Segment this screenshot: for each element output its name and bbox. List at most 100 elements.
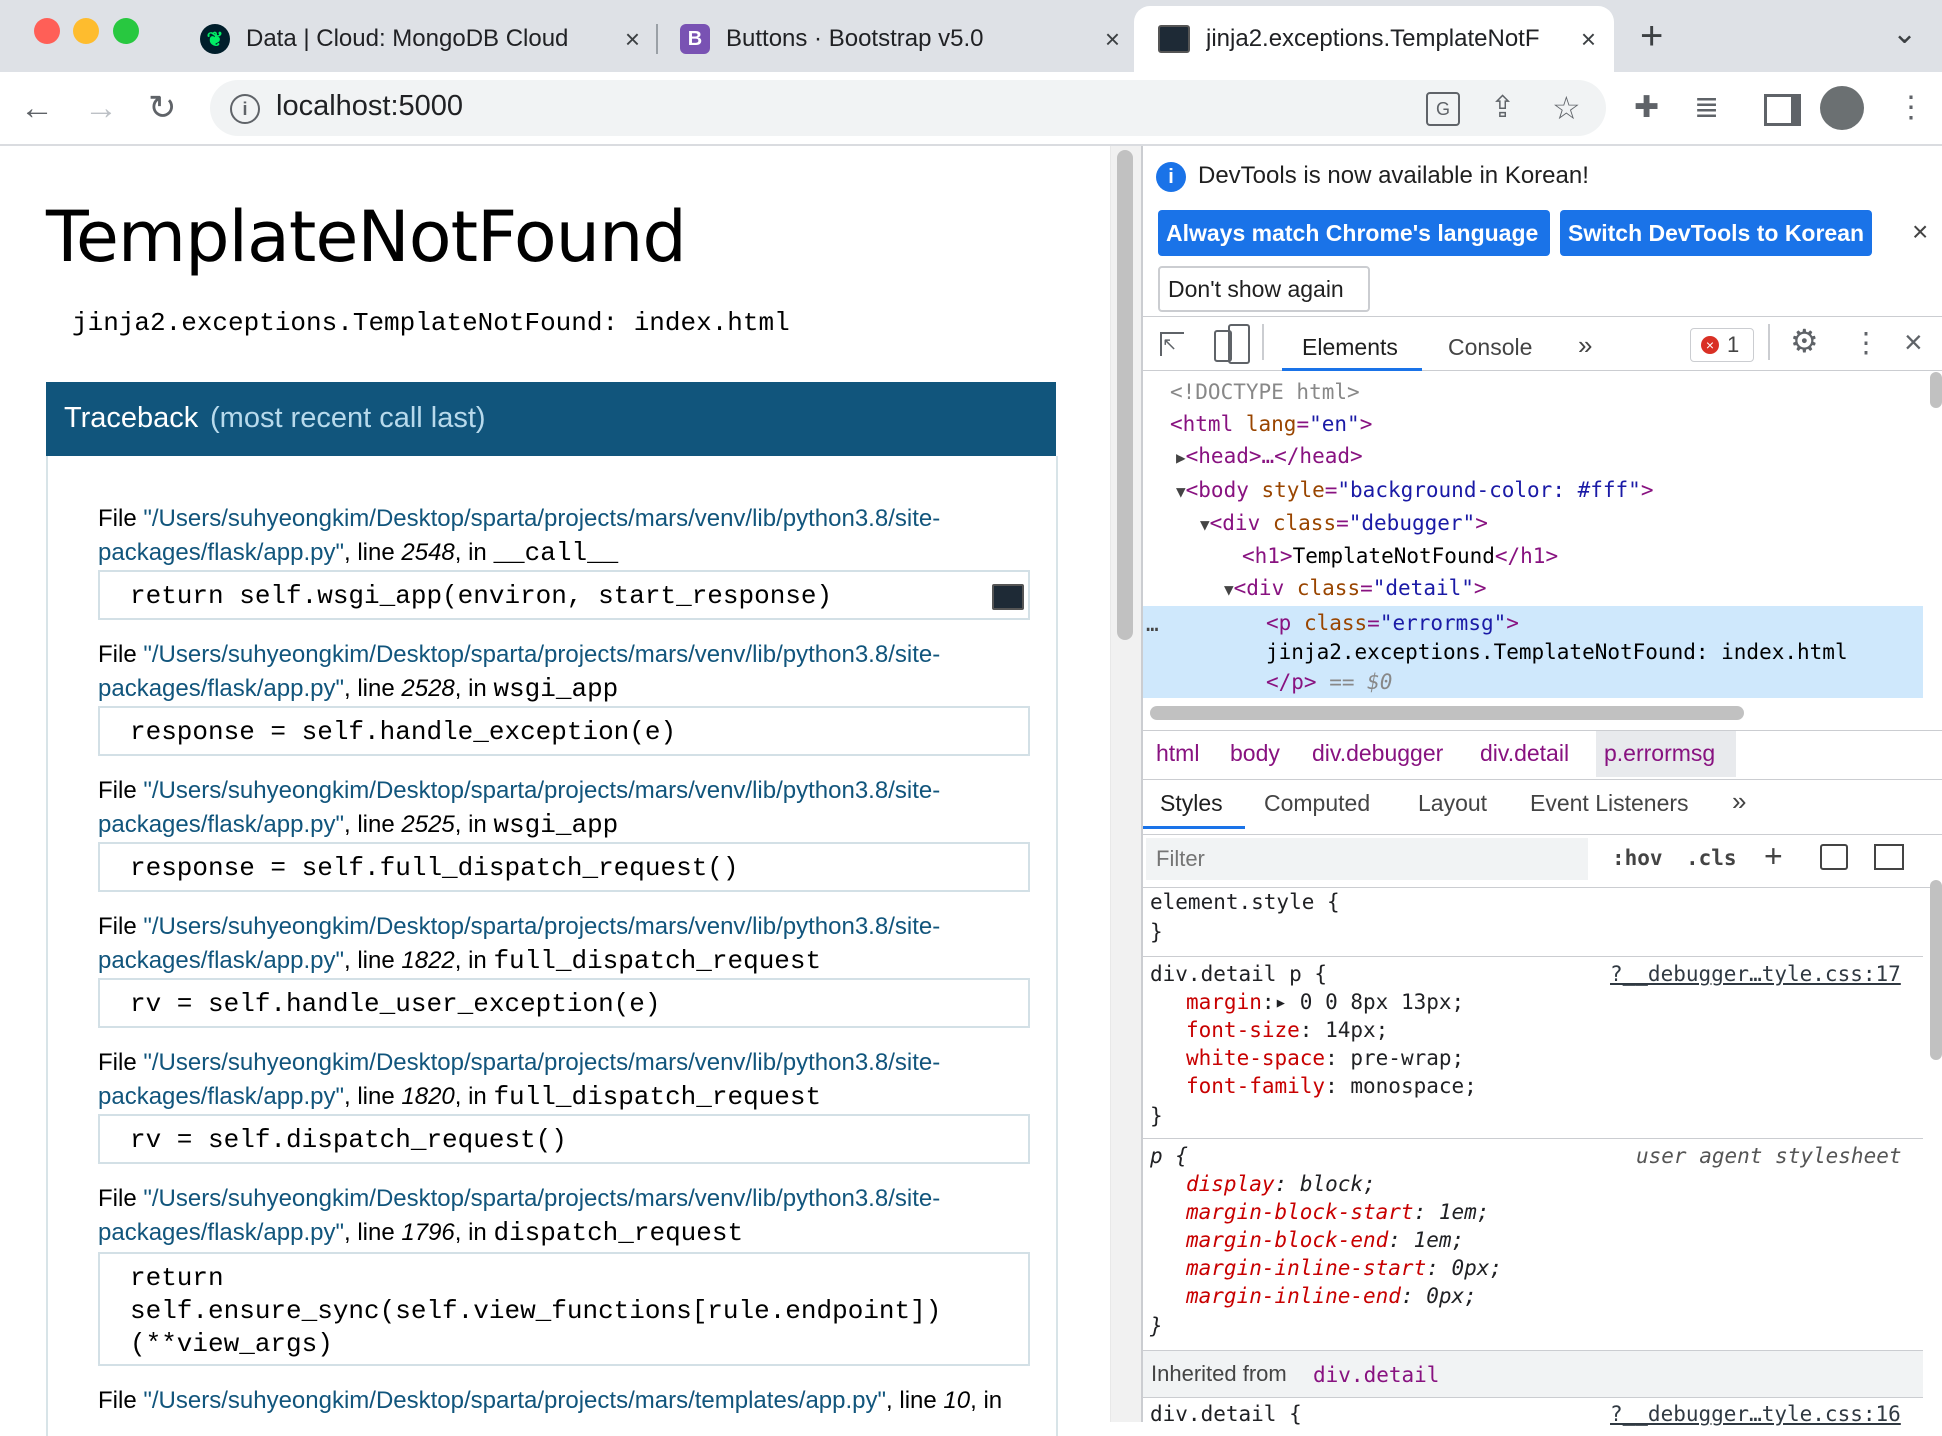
page-scrollbar-thumb[interactable] xyxy=(1117,150,1133,640)
collapse-arrow-icon[interactable]: ▼ xyxy=(1176,482,1186,501)
expand-arrow-icon[interactable]: ▶ xyxy=(1176,448,1186,467)
css-declaration[interactable]: display: block; xyxy=(1186,1172,1376,1196)
rule-source-link[interactable]: ?__debugger…tyle.css:16 xyxy=(1610,1402,1901,1426)
frame-filename-cont[interactable]: packages/flask/app.py" xyxy=(98,675,344,702)
extensions-puzzle-icon[interactable]: ✚ xyxy=(1634,88,1659,128)
dom-doctype[interactable]: <!DOCTYPE html> xyxy=(1170,380,1360,404)
close-tab-icon[interactable]: × xyxy=(1581,24,1596,55)
tab-styles[interactable]: Styles xyxy=(1160,790,1223,817)
error-counter[interactable]: × 1 xyxy=(1690,328,1754,362)
tab-event-listeners[interactable]: Event Listeners xyxy=(1530,790,1689,817)
frame-filename[interactable]: "/Users/suhyeongkim/Desktop/sparta/proje… xyxy=(143,1387,886,1414)
close-tab-icon[interactable]: × xyxy=(625,24,640,55)
frame-filename-cont[interactable]: packages/flask/app.py" xyxy=(98,1219,344,1246)
more-tabs-icon[interactable]: » xyxy=(1578,330,1592,361)
breadcrumb-html[interactable]: html xyxy=(1156,740,1199,767)
frame-filename[interactable]: "/Users/suhyeongkim/Desktop/sparta/proje… xyxy=(143,913,940,940)
frame-source-line[interactable]: response = self.full_dispatch_request() xyxy=(98,842,1030,892)
dom-body[interactable]: ▼<body style="background-color: #fff"> xyxy=(1176,478,1653,502)
close-tab-icon[interactable]: × xyxy=(1105,24,1120,55)
styles-filter-input[interactable] xyxy=(1146,838,1588,880)
breadcrumb-body[interactable]: body xyxy=(1230,740,1280,767)
infobar-close-icon[interactable]: × xyxy=(1912,216,1928,248)
frame-filename[interactable]: "/Users/suhyeongkim/Desktop/sparta/proje… xyxy=(143,1049,940,1076)
frame-source-line[interactable]: return self.wsgi_app(environ, start_resp… xyxy=(98,570,1030,620)
css-declaration[interactable]: font-family: monospace; xyxy=(1186,1074,1477,1098)
bookmark-star-icon[interactable]: ☆ xyxy=(1552,88,1581,128)
css-declaration[interactable]: margin:▸ 0 0 8px 13px; xyxy=(1186,990,1464,1014)
css-declaration[interactable]: margin-block-end: 1em; xyxy=(1186,1228,1464,1252)
tab-console[interactable]: Console xyxy=(1448,334,1532,361)
close-window-button[interactable] xyxy=(34,18,60,44)
tab-elements[interactable]: Elements xyxy=(1302,334,1398,361)
rule-selector-div-detail-p[interactable]: div.detail p { xyxy=(1150,962,1327,986)
dom-vscroll-thumb[interactable] xyxy=(1930,372,1942,408)
frame-source-line[interactable]: rv = self.handle_user_exception(e) xyxy=(98,978,1030,1028)
forward-icon[interactable]: → xyxy=(84,88,118,128)
toggle-sidebar-icon[interactable] xyxy=(1874,844,1904,870)
breadcrumb-div-detail[interactable]: div.detail xyxy=(1480,740,1569,767)
switch-to-korean-button[interactable]: Switch DevTools to Korean xyxy=(1560,210,1872,256)
css-declaration[interactable]: white-space: pre-wrap; xyxy=(1186,1046,1464,1070)
hover-state-toggle[interactable]: :hov xyxy=(1612,846,1663,870)
collapse-arrow-icon[interactable]: ▼ xyxy=(1224,580,1234,599)
new-tab-button[interactable]: + xyxy=(1640,14,1663,59)
tab-mongodb[interactable]: ❦ Data | Cloud: MongoDB Cloud × xyxy=(200,6,640,72)
inspect-element-icon[interactable]: ↖ xyxy=(1160,332,1184,356)
dom-hscroll-thumb[interactable] xyxy=(1150,706,1744,720)
paint-format-icon[interactable] xyxy=(1820,844,1848,870)
class-toggle[interactable]: .cls xyxy=(1686,846,1737,870)
frame-filename-cont[interactable]: packages/flask/app.py" xyxy=(98,811,344,838)
settings-gear-icon[interactable]: ⚙ xyxy=(1790,322,1819,360)
url-text[interactable]: localhost:5000 xyxy=(276,90,463,123)
frame-filename[interactable]: "/Users/suhyeongkim/Desktop/sparta/proje… xyxy=(143,777,940,804)
frame-filename[interactable]: "/Users/suhyeongkim/Desktop/sparta/proje… xyxy=(143,641,940,668)
translate-icon[interactable]: G xyxy=(1426,92,1460,126)
rule-selector-p[interactable]: p { xyxy=(1150,1144,1188,1168)
always-match-language-button[interactable]: Always match Chrome's language xyxy=(1158,210,1550,256)
css-declaration[interactable]: font-size: 14px; xyxy=(1186,1018,1388,1042)
dom-h1[interactable]: <h1>TemplateNotFound</h1> xyxy=(1242,544,1558,568)
side-panel-icon[interactable] xyxy=(1764,94,1801,126)
more-tabs-icon[interactable]: » xyxy=(1732,786,1746,817)
rule-source-link[interactable]: ?__debugger…tyle.css:17 xyxy=(1610,962,1901,986)
frame-filename[interactable]: "/Users/suhyeongkim/Desktop/sparta/proje… xyxy=(143,1185,940,1212)
breadcrumb-div-debugger[interactable]: div.debugger xyxy=(1312,740,1443,767)
rule-selector-div-detail[interactable]: div.detail { xyxy=(1150,1402,1302,1426)
tab-computed[interactable]: Computed xyxy=(1264,790,1370,817)
dom-p-text[interactable]: jinja2.exceptions.TemplateNotFound: inde… xyxy=(1266,640,1848,664)
dom-p-close[interactable]: </p> == $0 xyxy=(1266,670,1392,694)
maximize-window-button[interactable] xyxy=(113,18,139,44)
frame-filename-cont[interactable]: packages/flask/app.py" xyxy=(98,1083,344,1110)
dom-p-errormsg[interactable]: <p class="errormsg"> xyxy=(1266,611,1519,635)
frame-source-line[interactable]: rv = self.dispatch_request() xyxy=(98,1114,1030,1164)
dom-div-debugger[interactable]: ▼<div class="debugger"> xyxy=(1200,511,1488,535)
devtools-menu-icon[interactable]: ⋮ xyxy=(1852,326,1880,359)
frame-source-line[interactable]: return self.ensure_sync(self.view_functi… xyxy=(98,1252,1030,1366)
share-icon[interactable]: ⇪ xyxy=(1490,88,1515,128)
css-declaration[interactable]: margin-block-start: 1em; xyxy=(1186,1200,1489,1224)
rule-element-style[interactable]: element.style { xyxy=(1150,890,1340,914)
browser-menu-icon[interactable]: ⋮ xyxy=(1896,88,1926,128)
dom-div-detail[interactable]: ▼<div class="detail"> xyxy=(1224,576,1487,600)
frame-filename-cont[interactable]: packages/flask/app.py" xyxy=(98,539,344,566)
dom-head[interactable]: ▶<head>…</head> xyxy=(1176,444,1363,468)
tab-search-button[interactable]: ⌄ xyxy=(1892,16,1917,51)
dom-html[interactable]: <html lang="en"> xyxy=(1170,412,1372,436)
minimize-window-button[interactable] xyxy=(73,18,99,44)
styles-scrollbar-thumb[interactable] xyxy=(1930,880,1942,1060)
back-icon[interactable]: ← xyxy=(20,88,54,128)
frame-source-line[interactable]: response = self.handle_exception(e) xyxy=(98,706,1030,756)
frame-filename-cont[interactable]: packages/flask/app.py" xyxy=(98,947,344,974)
breadcrumb-p-errormsg[interactable]: p.errormsg xyxy=(1604,740,1715,767)
tab-bootstrap[interactable]: B Buttons · Bootstrap v5.0 × xyxy=(680,6,1120,72)
node-actions-ellipsis[interactable]: … xyxy=(1146,612,1159,636)
tab-layout[interactable]: Layout xyxy=(1418,790,1487,817)
css-declaration[interactable]: margin-inline-end: 0px; xyxy=(1186,1284,1477,1308)
profile-avatar[interactable] xyxy=(1820,86,1864,130)
css-declaration[interactable]: margin-inline-start: 0px; xyxy=(1186,1256,1502,1280)
dont-show-again-button[interactable]: Don't show again xyxy=(1158,266,1370,312)
new-style-rule-icon[interactable]: + xyxy=(1764,838,1783,875)
close-devtools-icon[interactable]: × xyxy=(1904,324,1923,361)
open-console-icon[interactable] xyxy=(992,584,1024,610)
